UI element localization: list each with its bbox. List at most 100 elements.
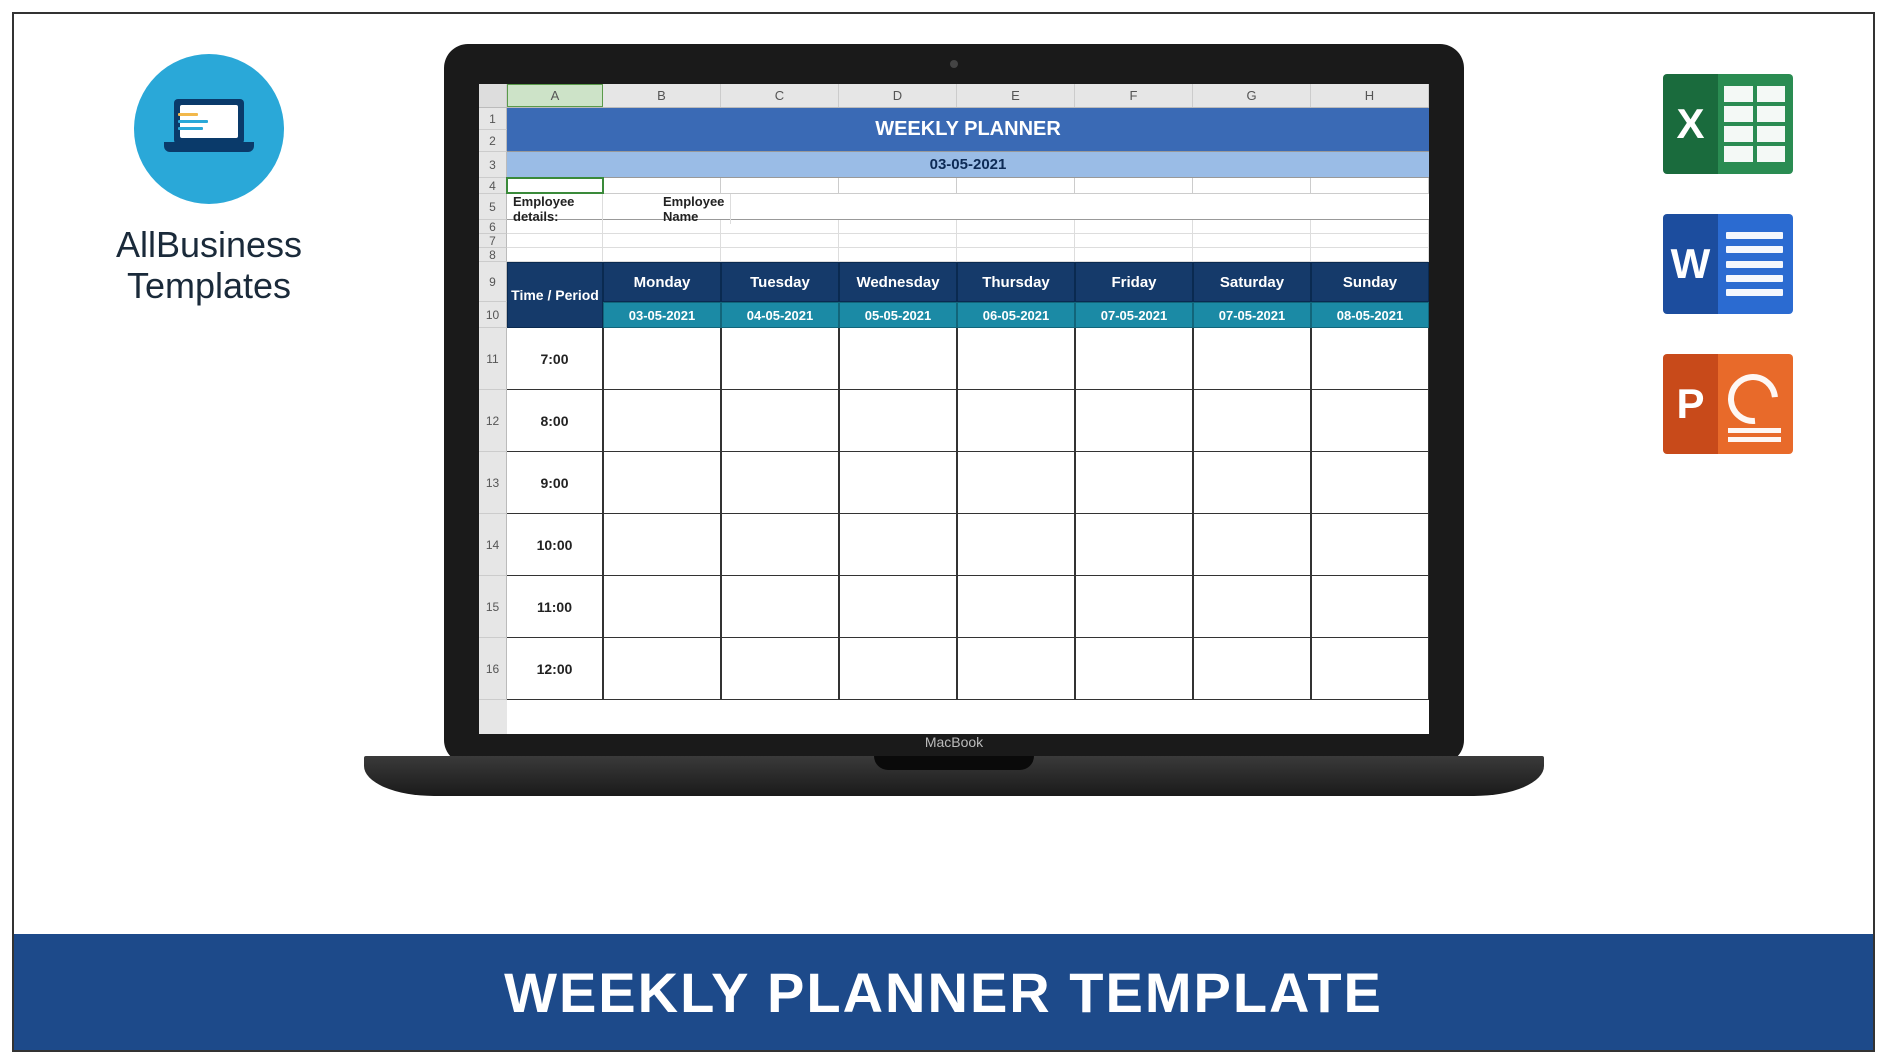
col-header-B[interactable]: B	[603, 84, 721, 107]
row-7[interactable]	[507, 234, 1429, 248]
cell[interactable]	[1075, 514, 1193, 576]
col-header-C[interactable]: C	[721, 84, 839, 107]
cell[interactable]	[839, 576, 957, 638]
cell[interactable]	[1311, 452, 1429, 514]
cell[interactable]	[1311, 328, 1429, 390]
col-header-D[interactable]: D	[839, 84, 957, 107]
date-header-6[interactable]: 08-05-2021	[1311, 302, 1429, 328]
cell[interactable]	[1193, 638, 1311, 700]
date-header-0[interactable]: 03-05-2021	[603, 302, 721, 328]
date-header-4[interactable]: 07-05-2021	[1075, 302, 1193, 328]
col-header-F[interactable]: F	[1075, 84, 1193, 107]
planner-body[interactable]: 7:00 8:00 9:00	[507, 328, 1429, 700]
row-header-6[interactable]: 6	[479, 220, 507, 234]
time-label-2[interactable]: 9:00	[507, 452, 603, 514]
cell[interactable]	[1075, 328, 1193, 390]
day-header-fri[interactable]: Friday	[1075, 262, 1193, 302]
row-headers[interactable]: 1 2 3 4 5 6 7 8 9 10 11 12 13	[479, 108, 507, 734]
row-header-15[interactable]: 15	[479, 576, 507, 638]
cell[interactable]	[1075, 638, 1193, 700]
time-label-4[interactable]: 11:00	[507, 576, 603, 638]
cell[interactable]	[721, 576, 839, 638]
cell[interactable]	[1075, 390, 1193, 452]
cell[interactable]	[603, 576, 721, 638]
cell[interactable]	[957, 514, 1075, 576]
cell[interactable]	[839, 638, 957, 700]
time-period-header[interactable]: Time / Period	[507, 262, 603, 328]
row-6[interactable]	[507, 220, 1429, 234]
cell[interactable]	[721, 390, 839, 452]
row-header-5[interactable]: 5	[479, 194, 507, 220]
row-header-11[interactable]: 11	[479, 328, 507, 390]
cell[interactable]	[603, 638, 721, 700]
cell[interactable]	[721, 514, 839, 576]
column-headers[interactable]: A B C D E F G H	[479, 84, 1429, 108]
cell[interactable]	[1311, 576, 1429, 638]
row-header-10[interactable]: 10	[479, 302, 507, 328]
cell[interactable]	[957, 452, 1075, 514]
cell[interactable]	[721, 638, 839, 700]
col-header-H[interactable]: H	[1311, 84, 1429, 107]
col-header-A[interactable]: A	[507, 84, 603, 107]
row-header-7[interactable]: 7	[479, 234, 507, 248]
time-row-1[interactable]: 8:00	[507, 390, 1429, 452]
date-header-2[interactable]: 05-05-2021	[839, 302, 957, 328]
cell[interactable]	[1193, 452, 1311, 514]
cell[interactable]	[1193, 328, 1311, 390]
row-header-14[interactable]: 14	[479, 514, 507, 576]
row-header-1[interactable]: 1	[479, 108, 507, 130]
day-header-tue[interactable]: Tuesday	[721, 262, 839, 302]
row-header-16[interactable]: 16	[479, 638, 507, 700]
cell[interactable]	[603, 514, 721, 576]
day-header-mon[interactable]: Monday	[603, 262, 721, 302]
time-label-5[interactable]: 12:00	[507, 638, 603, 700]
row-header-13[interactable]: 13	[479, 452, 507, 514]
cell[interactable]	[957, 390, 1075, 452]
time-label-1[interactable]: 8:00	[507, 390, 603, 452]
cell[interactable]	[957, 328, 1075, 390]
employee-row[interactable]: Employee details: Employee Name	[507, 194, 1429, 220]
date-header-1[interactable]: 04-05-2021	[721, 302, 839, 328]
row-4[interactable]	[507, 178, 1429, 194]
row-header-4[interactable]: 4	[479, 178, 507, 194]
row-8[interactable]	[507, 248, 1429, 262]
time-row-3[interactable]: 10:00	[507, 514, 1429, 576]
row-header-8[interactable]: 8	[479, 248, 507, 262]
time-row-0[interactable]: 7:00	[507, 328, 1429, 390]
planner-header[interactable]: Time / Period Monday Tuesday Wednesday T…	[507, 262, 1429, 328]
cell[interactable]	[1193, 390, 1311, 452]
time-row-5[interactable]: 12:00	[507, 638, 1429, 700]
select-all-corner[interactable]	[479, 84, 507, 107]
day-header-wed[interactable]: Wednesday	[839, 262, 957, 302]
cell[interactable]	[721, 328, 839, 390]
cell[interactable]	[1075, 452, 1193, 514]
day-header-sun[interactable]: Sunday	[1311, 262, 1429, 302]
cell[interactable]	[1311, 514, 1429, 576]
cell[interactable]	[1311, 390, 1429, 452]
col-header-E[interactable]: E	[957, 84, 1075, 107]
date-header-3[interactable]: 06-05-2021	[957, 302, 1075, 328]
planner-date[interactable]: 03-05-2021	[507, 152, 1429, 178]
planner-title[interactable]: WEEKLY PLANNER	[507, 108, 1429, 152]
time-row-2[interactable]: 9:00	[507, 452, 1429, 514]
row-header-12[interactable]: 12	[479, 390, 507, 452]
cell[interactable]	[839, 452, 957, 514]
date-header-5[interactable]: 07-05-2021	[1193, 302, 1311, 328]
cell[interactable]	[839, 514, 957, 576]
day-header-thu[interactable]: Thursday	[957, 262, 1075, 302]
cell[interactable]	[839, 328, 957, 390]
cell[interactable]	[1311, 638, 1429, 700]
time-label-3[interactable]: 10:00	[507, 514, 603, 576]
cell[interactable]	[603, 452, 721, 514]
cell[interactable]	[1193, 514, 1311, 576]
cell[interactable]	[839, 390, 957, 452]
cell[interactable]	[957, 638, 1075, 700]
spreadsheet[interactable]: A B C D E F G H 1 2 3	[479, 84, 1429, 734]
day-header-sat[interactable]: Saturday	[1193, 262, 1311, 302]
active-cell-A4[interactable]	[506, 177, 604, 194]
cell[interactable]	[1075, 576, 1193, 638]
row-header-9[interactable]: 9	[479, 262, 507, 302]
cell[interactable]	[957, 576, 1075, 638]
cell[interactable]	[603, 390, 721, 452]
time-label-0[interactable]: 7:00	[507, 328, 603, 390]
